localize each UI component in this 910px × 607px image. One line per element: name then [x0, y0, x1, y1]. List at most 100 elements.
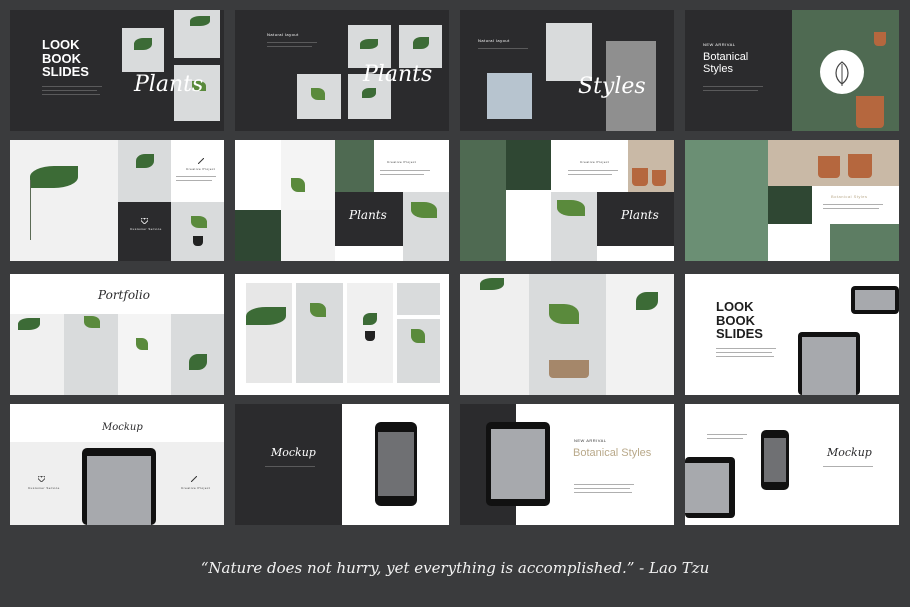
- photo-leaf: [174, 10, 220, 58]
- text-line: [265, 466, 315, 467]
- photo-succulent-white: [281, 140, 335, 210]
- slide-creative-project-plants-2[interactable]: Creative Project Plants: [460, 140, 674, 261]
- photo-monstera-vase: [10, 140, 118, 261]
- text-line: [380, 170, 430, 171]
- text-line: [823, 204, 883, 205]
- dark-panel: Plants: [597, 192, 674, 246]
- label-bottom: Customer Service: [130, 227, 162, 231]
- photo-tree-small: [397, 319, 440, 383]
- text-line: [267, 46, 312, 47]
- script-title: Portfolio: [98, 288, 150, 302]
- photo-succulent: [397, 283, 440, 315]
- script-title: Mockup: [827, 446, 872, 459]
- slide-natural-layout-styles[interactable]: Natural layout Styles: [460, 10, 674, 131]
- text-line: [716, 348, 776, 349]
- slide-kicker: NEW ARRIVAL: [574, 438, 607, 443]
- photo-bonsai-pot: [347, 283, 393, 383]
- slide-subtitle: Natural layout: [478, 38, 510, 43]
- creative-label: Creative Project: [580, 160, 610, 164]
- photo-succulent: [281, 210, 335, 261]
- text-line: [42, 90, 97, 91]
- photo-beach: [487, 73, 532, 119]
- text-line: [267, 42, 317, 43]
- photo-bonsai: [171, 202, 224, 261]
- slide-mockup-tablet[interactable]: Mockup Customer Service Creative Project: [10, 404, 224, 525]
- photo-vase-table: [296, 283, 343, 383]
- dark-panel: Customer Service: [118, 202, 171, 261]
- label-top: Creative Project: [186, 167, 216, 171]
- photo-2: [529, 274, 606, 395]
- slide-creative-project-grid[interactable]: Creative Project Customer Service: [10, 140, 224, 261]
- slide-mockup-phone[interactable]: Mockup: [235, 404, 449, 525]
- text-line: [703, 90, 758, 91]
- slide-photo-grid-2[interactable]: [460, 274, 674, 395]
- slide-title: Botanical Styles: [573, 447, 652, 459]
- text-line: [716, 356, 774, 357]
- photo-woman: [546, 23, 592, 81]
- slide-title: LOOK BOOK SLIDES: [42, 37, 89, 80]
- photo-ivy: [335, 140, 374, 192]
- dark-panel: Plants: [335, 192, 403, 246]
- text-line: [707, 438, 743, 439]
- pencil-icon: [191, 476, 197, 482]
- script-title: Plants: [349, 208, 387, 222]
- photo-3: [118, 314, 171, 395]
- slide-mockup-devices[interactable]: Mockup: [685, 404, 899, 525]
- text-line: [568, 170, 618, 171]
- text-line: [176, 176, 216, 177]
- label-right: Creative Project: [181, 486, 211, 490]
- script-title: Plants: [363, 62, 433, 87]
- text-line: [703, 86, 763, 87]
- slide-lookbook-cover[interactable]: LOOK BOOK SLIDES Plants: [10, 10, 224, 131]
- tablet-mockup: [486, 422, 550, 506]
- slide-title: Botanical Styles: [703, 51, 749, 75]
- photo-palm: [506, 140, 551, 190]
- photo-tree: [403, 192, 449, 261]
- text-line: [380, 174, 424, 175]
- slide-lookbook-devices[interactable]: LOOK BOOK SLIDES: [685, 274, 899, 395]
- slide-photo-collage[interactable]: [235, 274, 449, 395]
- slide-portfolio[interactable]: Portfolio: [10, 274, 224, 395]
- text-line: [568, 174, 612, 175]
- photo-2: [64, 314, 118, 395]
- slide-title: LOOK BOOK SLIDES: [716, 299, 763, 342]
- tablet-screen: [87, 456, 151, 525]
- slide-grid: LOOK BOOK SLIDES Plants Natural layout P…: [10, 10, 900, 526]
- photo-1: [460, 274, 529, 395]
- label-left: Customer Service: [28, 486, 60, 490]
- slide-subtitle: Natural layout: [267, 32, 299, 37]
- botanical-label: Botanical Styles: [831, 194, 868, 199]
- quote-caption: “Nature does not hurry, yet everything i…: [200, 559, 710, 577]
- phone-mockup: [851, 286, 899, 314]
- tablet-screen: [685, 463, 729, 513]
- slide-natural-layout-plants[interactable]: Natural layout Plants: [235, 10, 449, 131]
- photo-tree-pots: [551, 192, 597, 261]
- photo-succulent-small: [768, 186, 812, 224]
- photo-echeveria: [685, 140, 768, 261]
- photo-1: [10, 314, 64, 395]
- slide-creative-project-plants[interactable]: Creative Project Plants: [235, 140, 449, 261]
- slide-botanical-photo-grid[interactable]: Botanical Styles: [685, 140, 899, 261]
- text-line: [42, 86, 102, 87]
- script-title: Plants: [134, 72, 204, 97]
- creative-label: Creative Project: [387, 160, 417, 164]
- tablet-mockup: [798, 332, 860, 395]
- text-line: [574, 488, 630, 489]
- text-line: [574, 484, 634, 485]
- text-line: [716, 352, 772, 353]
- photo-3: [297, 74, 341, 119]
- phone-screen: [764, 438, 786, 482]
- text-line: [176, 180, 212, 181]
- text-line: [478, 48, 528, 49]
- phone-mockup: [375, 422, 417, 506]
- slide-botanical-styles[interactable]: NEW ARRIVAL Botanical Styles: [685, 10, 899, 131]
- heart-icon: [38, 476, 45, 482]
- logo-badge: [820, 50, 864, 94]
- script-title: Plants: [621, 208, 659, 222]
- script-title: Mockup: [102, 422, 143, 433]
- photo-monstera: [246, 283, 292, 383]
- slide-mockup-botanical[interactable]: NEW ARRIVAL Botanical Styles: [460, 404, 674, 525]
- photo-jungle: [460, 140, 506, 261]
- script-title: Mockup: [271, 446, 316, 459]
- leaf-icon: [835, 61, 849, 86]
